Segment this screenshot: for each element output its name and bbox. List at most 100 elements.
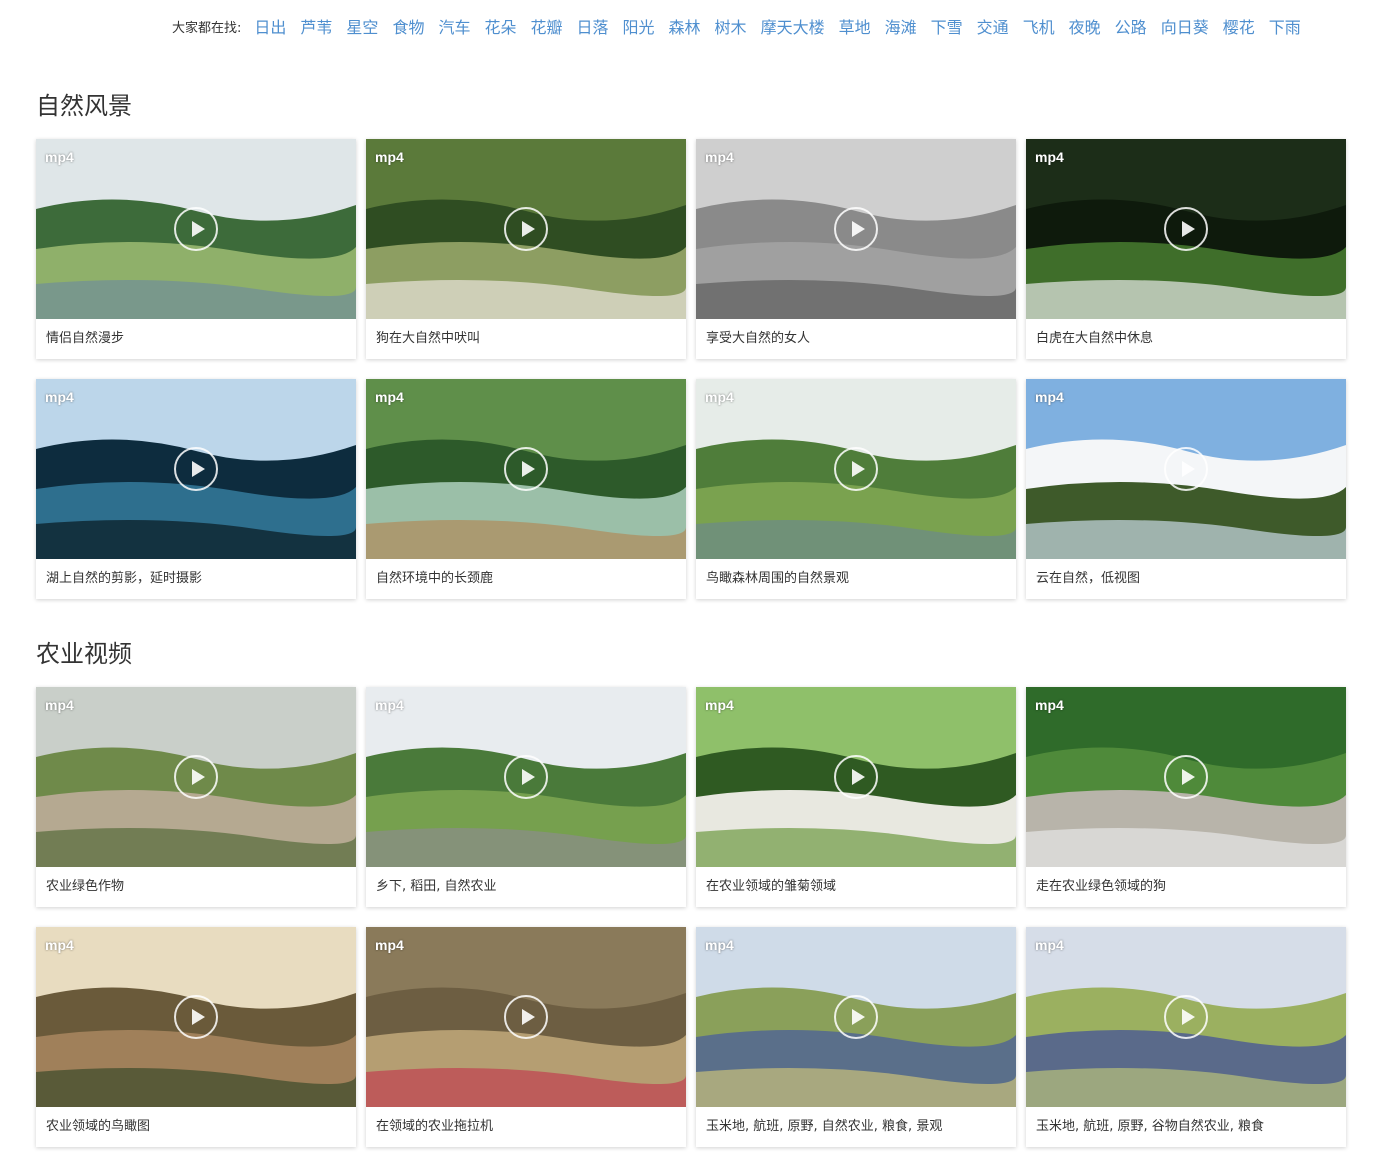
play-icon[interactable] [504,995,548,1039]
section-title: 农业视频 [36,640,132,668]
video-title[interactable]: 湖上自然的剪影，延时摄影 [36,559,356,599]
section-agriculture: 农业视频 mp4 农业绿色作物 mp4 乡下, 稻田, 自然农业 mp4 在农业领域的雏菊… [36,638,1346,1147]
video-thumbnail[interactable]: mp4 [1026,927,1346,1107]
hot-search-tag[interactable]: 树木 [715,14,747,38]
hot-search-tag[interactable]: 草地 [839,14,871,38]
video-title[interactable]: 农业绿色作物 [36,867,356,907]
video-title[interactable]: 玉米地, 航班, 原野, 自然农业, 粮食, 景观 [696,1107,1016,1147]
play-icon[interactable] [174,755,218,799]
hot-search-tag[interactable]: 花朵 [484,14,516,38]
play-icon[interactable] [504,447,548,491]
video-title[interactable]: 玉米地, 航班, 原野, 谷物自然农业, 粮食 [1026,1107,1346,1147]
video-title[interactable]: 狗在大自然中吠叫 [366,319,686,359]
video-title[interactable]: 情侣自然漫步 [36,319,356,359]
video-thumbnail[interactable]: mp4 [696,687,1016,867]
video-card[interactable]: mp4 情侣自然漫步 [36,139,356,359]
hot-search-bar: 大家都在找: 日出 芦苇 星空 食物 汽车 花朵 花瓣 日落 阳光 森林 树木 摩天大楼 草地 海滩 下雪交… [172,14,1319,38]
video-thumbnail[interactable]: mp4 [366,687,686,867]
play-icon[interactable] [1164,207,1208,251]
format-badge: mp4 [1035,697,1064,713]
video-card[interactable]: mp4 鸟瞰森林周围的自然景观 [696,379,1016,599]
hot-search-tag[interactable]: 交通 [977,14,1009,38]
play-icon[interactable] [174,447,218,491]
play-icon[interactable] [504,755,548,799]
hot-search-tag[interactable]: 芦苇 [300,14,332,38]
hot-search-tag[interactable]: 下雪 [931,14,963,38]
video-card[interactable]: mp4 自然环境中的长颈鹿 [366,379,686,599]
video-thumbnail[interactable]: mp4 [1026,379,1346,559]
video-thumbnail[interactable]: mp4 [1026,139,1346,319]
play-icon[interactable] [174,207,218,251]
video-thumbnail[interactable]: mp4 [36,379,356,559]
hot-search-tag[interactable]: 日出 [254,14,286,38]
video-card[interactable]: mp4 农业领域的鸟瞰图 [36,927,356,1147]
hot-search-tag[interactable]: 向日葵 [1161,14,1209,38]
video-title[interactable]: 在农业领域的雏菊领域 [696,867,1016,907]
video-thumbnail[interactable]: mp4 [696,927,1016,1107]
hot-search-tag[interactable]: 樱花 [1223,14,1255,38]
play-icon[interactable] [1164,447,1208,491]
video-title[interactable]: 走在农业绿色领域的狗 [1026,867,1346,907]
video-card[interactable]: mp4 湖上自然的剪影，延时摄影 [36,379,356,599]
play-icon[interactable] [834,755,878,799]
hot-search-tag[interactable]: 飞机 [1023,14,1055,38]
format-badge: mp4 [375,389,404,405]
format-badge: mp4 [375,697,404,713]
video-thumbnail[interactable]: mp4 [36,687,356,867]
video-card[interactable]: mp4 农业绿色作物 [36,687,356,907]
format-badge: mp4 [45,389,74,405]
hot-search-tag[interactable]: 公路 [1115,14,1147,38]
video-grid: mp4 情侣自然漫步 mp4 狗在大自然中吠叫 mp4 享受大自然的女人 mp4 白虎在大自然… [36,139,1346,599]
video-title[interactable]: 享受大自然的女人 [696,319,1016,359]
video-card[interactable]: mp4 玉米地, 航班, 原野, 谷物自然农业, 粮食 [1026,927,1346,1147]
play-icon[interactable] [834,995,878,1039]
format-badge: mp4 [1035,937,1064,953]
video-title[interactable]: 在领域的农业拖拉机 [366,1107,686,1147]
video-title[interactable]: 农业领域的鸟瞰图 [36,1107,356,1147]
format-badge: mp4 [705,697,734,713]
format-badge: mp4 [705,937,734,953]
hot-search-tag[interactable]: 阳光 [623,14,655,38]
play-icon[interactable] [834,207,878,251]
video-thumbnail[interactable]: mp4 [366,379,686,559]
video-thumbnail[interactable]: mp4 [36,927,356,1107]
hot-search-tag[interactable]: 食物 [392,14,424,38]
play-icon[interactable] [1164,755,1208,799]
video-thumbnail[interactable]: mp4 [696,139,1016,319]
format-badge: mp4 [705,389,734,405]
hot-search-tag[interactable]: 夜晚 [1069,14,1101,38]
video-card[interactable]: mp4 走在农业绿色领域的狗 [1026,687,1346,907]
hot-search-tag[interactable]: 星空 [346,14,378,38]
hot-search-tag[interactable]: 海滩 [885,14,917,38]
video-card[interactable]: mp4 在农业领域的雏菊领域 [696,687,1016,907]
video-card[interactable]: mp4 享受大自然的女人 [696,139,1016,359]
video-card[interactable]: mp4 狗在大自然中吠叫 [366,139,686,359]
video-title[interactable]: 云在自然，低视图 [1026,559,1346,599]
video-thumbnail[interactable]: mp4 [366,139,686,319]
play-icon[interactable] [834,447,878,491]
hot-search-label: 大家都在找: [172,20,242,36]
hot-search-tag[interactable]: 花瓣 [530,14,562,38]
hot-search-tag[interactable]: 森林 [669,14,701,38]
video-thumbnail[interactable]: mp4 [1026,687,1346,867]
play-icon[interactable] [174,995,218,1039]
video-card[interactable]: mp4 玉米地, 航班, 原野, 自然农业, 粮食, 景观 [696,927,1016,1147]
format-badge: mp4 [1035,389,1064,405]
video-title[interactable]: 鸟瞰森林周围的自然景观 [696,559,1016,599]
video-thumbnail[interactable]: mp4 [366,927,686,1107]
hot-search-tag[interactable]: 汽车 [438,14,470,38]
hot-search-tag[interactable]: 摩天大楼 [761,14,825,38]
hot-search-tag[interactable]: 日落 [577,14,609,38]
video-card[interactable]: mp4 白虎在大自然中休息 [1026,139,1346,359]
play-icon[interactable] [504,207,548,251]
video-thumbnail[interactable]: mp4 [36,139,356,319]
video-card[interactable]: mp4 乡下, 稻田, 自然农业 [366,687,686,907]
play-icon[interactable] [1164,995,1208,1039]
video-title[interactable]: 乡下, 稻田, 自然农业 [366,867,686,907]
video-title[interactable]: 白虎在大自然中休息 [1026,319,1346,359]
video-card[interactable]: mp4 云在自然，低视图 [1026,379,1346,599]
hot-search-tag[interactable]: 下雨 [1269,14,1301,38]
video-title[interactable]: 自然环境中的长颈鹿 [366,559,686,599]
video-thumbnail[interactable]: mp4 [696,379,1016,559]
video-card[interactable]: mp4 在领域的农业拖拉机 [366,927,686,1147]
